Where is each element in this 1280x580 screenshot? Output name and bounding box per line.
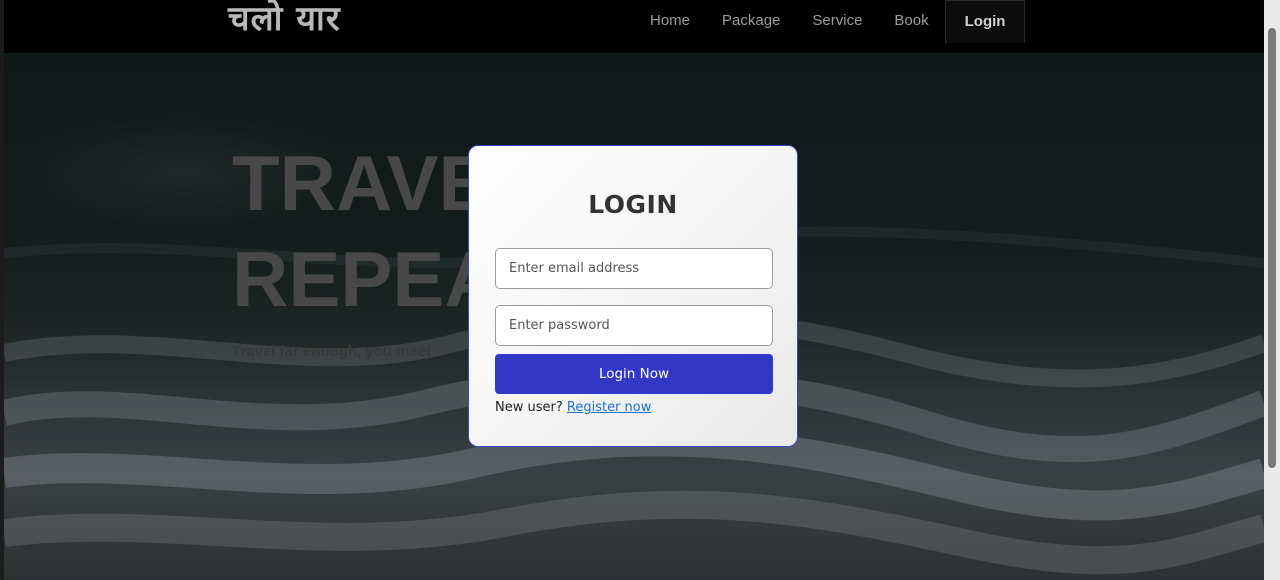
navbar: चलो यार Home Package Service Book Login	[4, 0, 1264, 53]
nav-package[interactable]: Package	[706, 0, 796, 42]
nav-home[interactable]: Home	[634, 0, 706, 42]
scrollbar-thumb[interactable]	[1268, 28, 1276, 468]
site-logo[interactable]: चलो यार	[228, 0, 341, 40]
nav-book[interactable]: Book	[878, 0, 944, 42]
login-now-button[interactable]: Login Now	[495, 354, 773, 394]
register-prompt-line: New user? Register now	[495, 400, 651, 415]
register-now-link[interactable]: Register now	[567, 400, 651, 415]
register-prompt-text: New user?	[495, 400, 563, 415]
login-title: LOGIN	[588, 190, 678, 219]
email-input[interactable]	[495, 248, 773, 289]
nav-links: Home Package Service Book Login	[634, 0, 1026, 43]
password-input[interactable]	[495, 305, 773, 346]
nav-service[interactable]: Service	[796, 0, 878, 42]
login-modal: LOGIN Login Now New user? Register now	[468, 145, 798, 447]
nav-login[interactable]: Login	[944, 0, 1026, 43]
